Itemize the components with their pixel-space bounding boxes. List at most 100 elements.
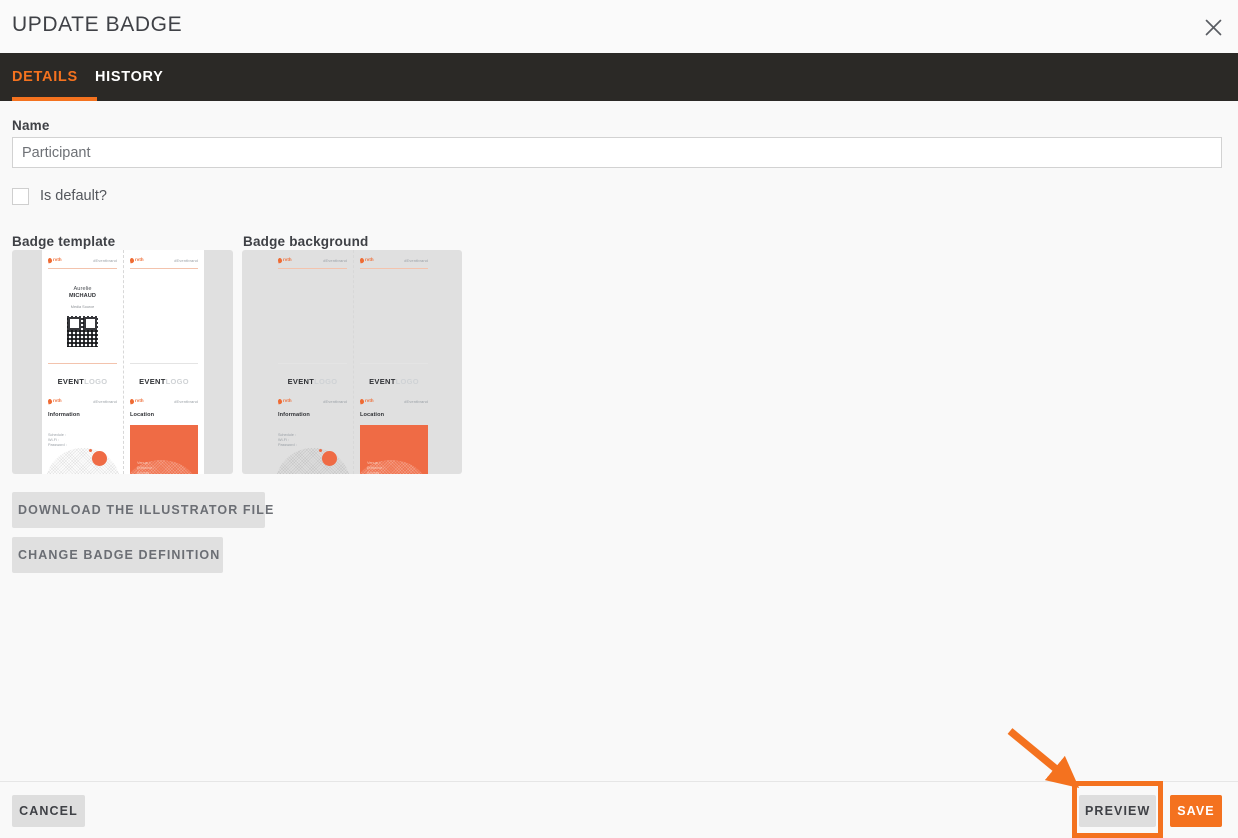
save-button[interactable]: SAVE — [1170, 795, 1222, 827]
divider — [48, 268, 117, 269]
brand-logo: rvth — [129, 257, 144, 264]
decorative-hill — [354, 460, 428, 474]
brand-logo: rvth — [47, 257, 62, 264]
badge-card-front: rvth #Eventbrand Aurelie MICHAUD Media S… — [42, 250, 123, 474]
decorative-circle — [92, 451, 107, 466]
location-panel: Venue : Entrance : Access : Parking : — [124, 425, 198, 474]
download-illustrator-file-button[interactable]: DOWNLOAD THE ILLUSTRATOR FILE — [12, 492, 273, 528]
close-icon[interactable] — [1197, 11, 1229, 43]
badge-brand-row: rvth #Eventbrand — [129, 256, 198, 265]
decorative-dot — [319, 449, 322, 452]
brand-event-name: #Eventbrand — [323, 398, 347, 404]
badge-brand-row: rvth #Eventbrand — [129, 397, 198, 406]
divider — [360, 268, 428, 269]
divider — [278, 363, 347, 364]
brand-word: rvth — [283, 257, 292, 263]
event-logo: EVENTLOGO — [42, 378, 123, 386]
event-logo-light: LOGO — [165, 377, 189, 386]
information-lines: Schedule : Wi-Fi : Password : — [48, 433, 67, 448]
brand-logo: rvth — [359, 257, 374, 264]
attendee-first-name: Aurelie — [73, 286, 92, 292]
brand-logo: rvth — [129, 398, 144, 405]
event-logo-light: LOGO — [84, 377, 108, 386]
tab-bar: DETAILS HISTORY — [0, 53, 1238, 101]
badge-brand-row: rvth #Eventbrand — [47, 256, 117, 265]
brand-mark-icon — [277, 398, 283, 405]
decorative-hill — [276, 448, 350, 474]
brand-event-name: #Eventbrand — [323, 257, 347, 263]
divider — [130, 268, 198, 269]
divider — [130, 363, 198, 364]
decorative-dot — [89, 449, 92, 452]
qr-code-icon — [67, 316, 98, 347]
badge-brand-row: rvth #Eventbrand — [277, 256, 347, 265]
badge-template-preview[interactable]: rvth #Eventbrand Aurelie MICHAUD Media S… — [12, 250, 233, 474]
brand-mark-icon — [359, 257, 365, 264]
information-title: Information — [48, 412, 80, 418]
attendee-last-name-text: MICHAUD — [68, 293, 97, 299]
divider — [48, 363, 117, 364]
page-title: UPDATE BADGE — [12, 13, 183, 36]
brand-event-name: #Eventbrand — [404, 398, 428, 404]
divider — [278, 268, 347, 269]
event-logo-bold: EVENT — [287, 377, 315, 386]
badge-card-back: rvth #Eventbrand EVENTLOGO rvth #Eventbr… — [124, 250, 204, 474]
event-logo-bold: EVENT — [369, 377, 396, 386]
change-badge-definition-button[interactable]: CHANGE BADGE DEFINITION — [12, 537, 223, 573]
brand-mark-icon — [277, 257, 283, 264]
brand-mark-icon — [129, 257, 135, 264]
attendee-subtitle: Media Source — [70, 305, 95, 309]
is-default-row[interactable]: Is default? — [12, 185, 107, 207]
preview-button[interactable]: PREVIEW — [1079, 795, 1156, 827]
decorative-circle — [322, 451, 337, 466]
brand-word: rvth — [365, 257, 374, 263]
divider — [360, 363, 428, 364]
information-lines: Schedule : Wi-Fi : Password : — [278, 433, 297, 448]
dialog-header: UPDATE BADGE — [0, 0, 1238, 53]
event-logo-light: LOGO — [395, 377, 419, 386]
decorative-hill — [46, 448, 120, 474]
event-logo: EVENTLOGO — [272, 378, 353, 386]
update-badge-dialog: UPDATE BADGE DETAILS HISTORY Name Is def… — [0, 0, 1238, 838]
is-default-label: Is default? — [40, 188, 107, 204]
location-lines: Venue : Entrance : Access : Parking : — [137, 461, 155, 474]
badge-background-label: Badge background — [243, 234, 369, 249]
location-title: Location — [360, 412, 385, 418]
badge-brand-row: rvth #Eventbrand — [359, 397, 428, 406]
brand-event-name: #Eventbrand — [93, 398, 117, 404]
brand-word: rvth — [283, 398, 292, 404]
event-logo: EVENTLOGO — [354, 378, 434, 386]
brand-mark-icon — [129, 398, 135, 405]
event-logo-light: LOGO — [314, 377, 338, 386]
is-default-checkbox[interactable] — [12, 187, 29, 205]
brand-mark-icon — [47, 398, 53, 405]
brand-event-name: #Eventbrand — [174, 257, 198, 263]
brand-logo: rvth — [277, 398, 292, 405]
location-panel: Venue : Entrance : Access : Parking : — [354, 425, 428, 474]
brand-logo: rvth — [47, 398, 62, 405]
dialog-body: Name Is default? Badge template Badge ba… — [0, 101, 1238, 781]
brand-word: rvth — [53, 398, 62, 404]
event-logo-bold: EVENT — [139, 377, 166, 386]
brand-event-name: #Eventbrand — [93, 257, 117, 263]
brand-logo: rvth — [359, 398, 374, 405]
brand-word: rvth — [135, 257, 144, 263]
badge-brand-row: rvth #Eventbrand — [277, 397, 347, 406]
brand-word: rvth — [365, 398, 374, 404]
brand-logo: rvth — [277, 257, 292, 264]
event-logo-bold: EVENT — [57, 377, 85, 386]
brand-event-name: #Eventbrand — [404, 257, 428, 263]
dialog-footer: CANCEL PREVIEW SAVE — [0, 781, 1238, 838]
brand-word: rvth — [53, 257, 62, 263]
brand-mark-icon — [359, 398, 365, 405]
tab-details[interactable]: DETAILS — [12, 53, 97, 101]
location-title: Location — [130, 412, 155, 418]
cancel-button[interactable]: CANCEL — [12, 795, 85, 827]
location-lines: Venue : Entrance : Access : Parking : — [367, 461, 385, 474]
badge-brand-row: rvth #Eventbrand — [47, 397, 117, 406]
background-card-back: rvth #Eventbrand EVENTLOGO rvth #Eventbr… — [354, 250, 434, 474]
tab-history[interactable]: HISTORY — [95, 53, 164, 101]
tab-details-label: DETAILS — [12, 69, 78, 85]
badge-background-preview[interactable]: rvth #Eventbrand EVENTLOGO rvth #Eventbr… — [242, 250, 462, 474]
name-input[interactable] — [12, 137, 1222, 168]
